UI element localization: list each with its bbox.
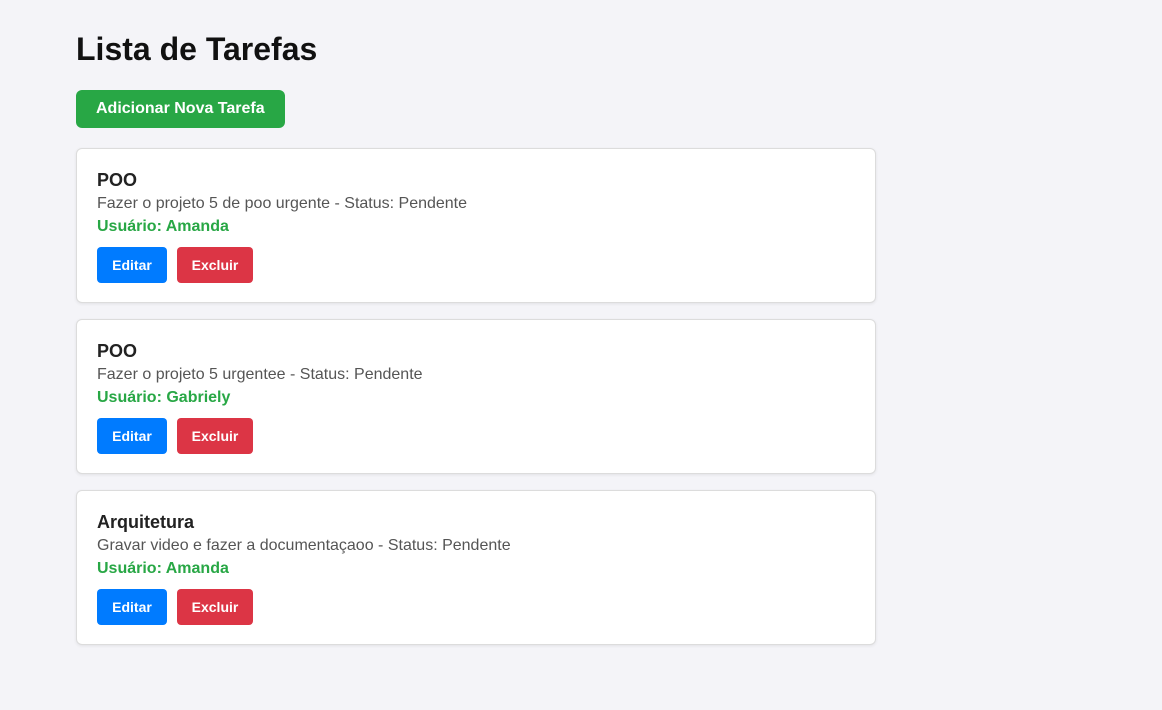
task-actions: Editar Excluir xyxy=(97,247,855,283)
edit-button[interactable]: Editar xyxy=(97,418,167,454)
task-description-text: Fazer o projeto 5 de poo urgente xyxy=(97,195,331,212)
task-status: Status: Pendente xyxy=(387,537,511,554)
task-separator: - xyxy=(285,366,300,383)
task-title: Arquitetura xyxy=(97,512,195,532)
task-description: Fazer o projeto 5 de poo urgente - Statu… xyxy=(97,194,855,214)
task-description: Gravar video e fazer a documentaçaoo - S… xyxy=(97,536,855,556)
page-title: Lista de Tarefas xyxy=(76,31,318,67)
delete-button[interactable]: Excluir xyxy=(177,418,253,454)
task-user: Usuário: Gabriely xyxy=(97,389,231,406)
task-title: POO xyxy=(97,341,138,361)
task-page: Lista de Tarefas Adicionar Nova Tarefa P… xyxy=(0,0,876,645)
task-list: POO Fazer o projeto 5 de poo urgente - S… xyxy=(76,148,876,645)
task-actions: Editar Excluir xyxy=(97,589,855,625)
task-separator: - xyxy=(373,537,388,554)
delete-button[interactable]: Excluir xyxy=(177,247,253,283)
task-card: POO Fazer o projeto 5 urgentee - Status:… xyxy=(76,319,876,474)
add-task-button[interactable]: Adicionar Nova Tarefa xyxy=(76,90,285,128)
delete-button[interactable]: Excluir xyxy=(177,589,253,625)
task-user: Usuário: Amanda xyxy=(97,218,229,235)
edit-button[interactable]: Editar xyxy=(97,247,167,283)
task-separator: - xyxy=(330,195,345,212)
task-actions: Editar Excluir xyxy=(97,418,855,454)
task-description-text: Fazer o projeto 5 urgentee xyxy=(97,366,286,383)
task-status: Status: Pendente xyxy=(344,195,468,212)
edit-button[interactable]: Editar xyxy=(97,589,167,625)
task-card: POO Fazer o projeto 5 de poo urgente - S… xyxy=(76,148,876,303)
task-description: Fazer o projeto 5 urgentee - Status: Pen… xyxy=(97,365,855,385)
task-status: Status: Pendente xyxy=(299,366,423,383)
task-title: POO xyxy=(97,170,138,190)
task-description-text: Gravar video e fazer a documentaçaoo xyxy=(97,537,374,554)
task-user: Usuário: Amanda xyxy=(97,560,229,577)
task-card: Arquitetura Gravar video e fazer a docum… xyxy=(76,490,876,645)
